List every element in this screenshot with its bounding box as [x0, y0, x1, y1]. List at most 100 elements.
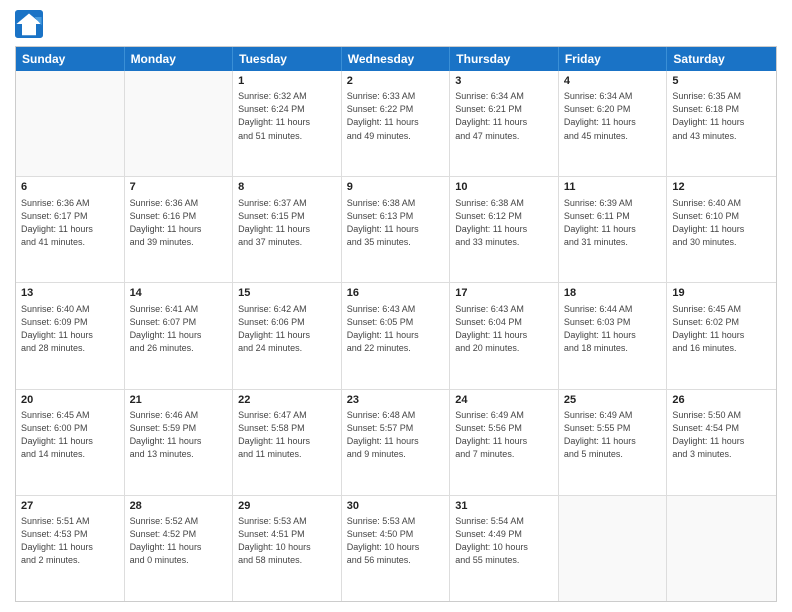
- day-detail: Sunrise: 5:51 AM Sunset: 4:53 PM Dayligh…: [21, 515, 119, 567]
- day-number: 9: [347, 180, 445, 195]
- calendar-header: SundayMondayTuesdayWednesdayThursdayFrid…: [16, 47, 776, 71]
- day-cell-11: 11 Sunrise: 6:39 AM Sunset: 6:11 PM Dayli…: [559, 177, 668, 282]
- day-number: 24: [455, 393, 553, 408]
- day-detail: Sunrise: 6:44 AM Sunset: 6:03 PM Dayligh…: [564, 303, 662, 355]
- day-detail: Sunrise: 6:38 AM Sunset: 6:12 PM Dayligh…: [455, 197, 553, 249]
- day-detail: Sunrise: 6:36 AM Sunset: 6:16 PM Dayligh…: [130, 197, 228, 249]
- page-header: [15, 10, 777, 38]
- day-cell-6: 6 Sunrise: 6:36 AM Sunset: 6:17 PM Daylig…: [16, 177, 125, 282]
- day-number: 26: [672, 393, 771, 408]
- day-number: 13: [21, 286, 119, 301]
- day-detail: Sunrise: 6:43 AM Sunset: 6:04 PM Dayligh…: [455, 303, 553, 355]
- header-day-monday: Monday: [125, 47, 234, 71]
- day-detail: Sunrise: 6:38 AM Sunset: 6:13 PM Dayligh…: [347, 197, 445, 249]
- day-cell-23: 23Sunrise: 6:48 AM Sunset: 5:57 PM Dayli…: [342, 390, 451, 495]
- day-cell-30: 30Sunrise: 5:53 AM Sunset: 4:50 PM Dayli…: [342, 496, 451, 601]
- day-cell-19: 19Sunrise: 6:45 AM Sunset: 6:02 PM Dayli…: [667, 283, 776, 388]
- day-detail: Sunrise: 5:50 AM Sunset: 4:54 PM Dayligh…: [672, 409, 771, 461]
- day-number: 25: [564, 393, 662, 408]
- day-cell-21: 21Sunrise: 6:46 AM Sunset: 5:59 PM Dayli…: [125, 390, 234, 495]
- day-cell-12: 12 Sunrise: 6:40 AM Sunset: 6:10 PM Dayli…: [667, 177, 776, 282]
- day-detail: Sunrise: 5:53 AM Sunset: 4:51 PM Dayligh…: [238, 515, 336, 567]
- day-cell-3: 3Sunrise: 6:34 AM Sunset: 6:21 PM Daylig…: [450, 71, 559, 176]
- day-number: 5: [672, 74, 771, 89]
- day-cell-22: 22Sunrise: 6:47 AM Sunset: 5:58 PM Dayli…: [233, 390, 342, 495]
- day-cell-15: 15Sunrise: 6:42 AM Sunset: 6:06 PM Dayli…: [233, 283, 342, 388]
- day-detail: Sunrise: 6:36 AM Sunset: 6:17 PM Dayligh…: [21, 197, 119, 249]
- header-day-saturday: Saturday: [667, 47, 776, 71]
- header-day-wednesday: Wednesday: [342, 47, 451, 71]
- day-detail: Sunrise: 6:33 AM Sunset: 6:22 PM Dayligh…: [347, 90, 445, 142]
- day-cell-1: 1Sunrise: 6:32 AM Sunset: 6:24 PM Daylig…: [233, 71, 342, 176]
- logo: [15, 10, 47, 38]
- day-cell-10: 10Sunrise: 6:38 AM Sunset: 6:12 PM Dayli…: [450, 177, 559, 282]
- day-cell-7: 7 Sunrise: 6:36 AM Sunset: 6:16 PM Daylig…: [125, 177, 234, 282]
- day-cell-18: 18 Sunrise: 6:44 AM Sunset: 6:03 PM Dayli…: [559, 283, 668, 388]
- empty-cell: [16, 71, 125, 176]
- logo-icon: [15, 10, 43, 38]
- header-day-friday: Friday: [559, 47, 668, 71]
- day-detail: Sunrise: 6:32 AM Sunset: 6:24 PM Dayligh…: [238, 90, 336, 142]
- day-number: 22: [238, 393, 336, 408]
- day-detail: Sunrise: 6:35 AM Sunset: 6:18 PM Dayligh…: [672, 90, 771, 142]
- day-number: 30: [347, 499, 445, 514]
- day-detail: Sunrise: 6:48 AM Sunset: 5:57 PM Dayligh…: [347, 409, 445, 461]
- day-detail: Sunrise: 6:34 AM Sunset: 6:21 PM Dayligh…: [455, 90, 553, 142]
- day-cell-4: 4Sunrise: 6:34 AM Sunset: 6:20 PM Daylig…: [559, 71, 668, 176]
- day-detail: Sunrise: 6:41 AM Sunset: 6:07 PM Dayligh…: [130, 303, 228, 355]
- day-number: 14: [130, 286, 228, 301]
- day-cell-8: 8 Sunrise: 6:37 AM Sunset: 6:15 PM Daylig…: [233, 177, 342, 282]
- day-cell-25: 25Sunrise: 6:49 AM Sunset: 5:55 PM Dayli…: [559, 390, 668, 495]
- calendar-row-5: 27Sunrise: 5:51 AM Sunset: 4:53 PM Dayli…: [16, 496, 776, 601]
- day-number: 2: [347, 74, 445, 89]
- day-detail: Sunrise: 6:40 AM Sunset: 6:10 PM Dayligh…: [672, 197, 771, 249]
- header-day-sunday: Sunday: [16, 47, 125, 71]
- day-number: 27: [21, 499, 119, 514]
- day-number: 21: [130, 393, 228, 408]
- day-detail: Sunrise: 5:53 AM Sunset: 4:50 PM Dayligh…: [347, 515, 445, 567]
- empty-cell: [125, 71, 234, 176]
- day-detail: Sunrise: 6:49 AM Sunset: 5:55 PM Dayligh…: [564, 409, 662, 461]
- day-detail: Sunrise: 6:46 AM Sunset: 5:59 PM Dayligh…: [130, 409, 228, 461]
- header-day-tuesday: Tuesday: [233, 47, 342, 71]
- day-cell-14: 14 Sunrise: 6:41 AM Sunset: 6:07 PM Dayli…: [125, 283, 234, 388]
- day-number: 18: [564, 286, 662, 301]
- day-detail: Sunrise: 6:37 AM Sunset: 6:15 PM Dayligh…: [238, 197, 336, 249]
- day-cell-27: 27Sunrise: 5:51 AM Sunset: 4:53 PM Dayli…: [16, 496, 125, 601]
- day-detail: Sunrise: 6:40 AM Sunset: 6:09 PM Dayligh…: [21, 303, 119, 355]
- day-number: 6: [21, 180, 119, 195]
- day-detail: Sunrise: 6:34 AM Sunset: 6:20 PM Dayligh…: [564, 90, 662, 142]
- day-cell-26: 26Sunrise: 5:50 AM Sunset: 4:54 PM Dayli…: [667, 390, 776, 495]
- day-number: 1: [238, 74, 336, 89]
- day-number: 8: [238, 180, 336, 195]
- day-cell-5: 5Sunrise: 6:35 AM Sunset: 6:18 PM Daylig…: [667, 71, 776, 176]
- day-detail: Sunrise: 6:43 AM Sunset: 6:05 PM Dayligh…: [347, 303, 445, 355]
- calendar-grid: SundayMondayTuesdayWednesdayThursdayFrid…: [15, 46, 777, 602]
- day-number: 16: [347, 286, 445, 301]
- day-cell-24: 24Sunrise: 6:49 AM Sunset: 5:56 PM Dayli…: [450, 390, 559, 495]
- day-number: 11: [564, 180, 662, 195]
- day-number: 28: [130, 499, 228, 514]
- day-number: 17: [455, 286, 553, 301]
- day-cell-2: 2Sunrise: 6:33 AM Sunset: 6:22 PM Daylig…: [342, 71, 451, 176]
- empty-cell: [559, 496, 668, 601]
- calendar-row-2: 6 Sunrise: 6:36 AM Sunset: 6:17 PM Daylig…: [16, 177, 776, 283]
- day-number: 12: [672, 180, 771, 195]
- day-number: 29: [238, 499, 336, 514]
- calendar-row-3: 13 Sunrise: 6:40 AM Sunset: 6:09 PM Dayli…: [16, 283, 776, 389]
- day-detail: Sunrise: 6:49 AM Sunset: 5:56 PM Dayligh…: [455, 409, 553, 461]
- day-detail: Sunrise: 5:54 AM Sunset: 4:49 PM Dayligh…: [455, 515, 553, 567]
- calendar-row-1: 1Sunrise: 6:32 AM Sunset: 6:24 PM Daylig…: [16, 71, 776, 177]
- day-cell-20: 20Sunrise: 6:45 AM Sunset: 6:00 PM Dayli…: [16, 390, 125, 495]
- day-number: 7: [130, 180, 228, 195]
- day-cell-13: 13 Sunrise: 6:40 AM Sunset: 6:09 PM Dayli…: [16, 283, 125, 388]
- day-detail: Sunrise: 6:39 AM Sunset: 6:11 PM Dayligh…: [564, 197, 662, 249]
- day-number: 23: [347, 393, 445, 408]
- day-cell-17: 17 Sunrise: 6:43 AM Sunset: 6:04 PM Dayli…: [450, 283, 559, 388]
- day-cell-31: 31Sunrise: 5:54 AM Sunset: 4:49 PM Dayli…: [450, 496, 559, 601]
- day-cell-28: 28Sunrise: 5:52 AM Sunset: 4:52 PM Dayli…: [125, 496, 234, 601]
- day-detail: Sunrise: 6:42 AM Sunset: 6:06 PM Dayligh…: [238, 303, 336, 355]
- day-cell-9: 9 Sunrise: 6:38 AM Sunset: 6:13 PM Daylig…: [342, 177, 451, 282]
- day-detail: Sunrise: 5:52 AM Sunset: 4:52 PM Dayligh…: [130, 515, 228, 567]
- calendar-row-4: 20Sunrise: 6:45 AM Sunset: 6:00 PM Dayli…: [16, 390, 776, 496]
